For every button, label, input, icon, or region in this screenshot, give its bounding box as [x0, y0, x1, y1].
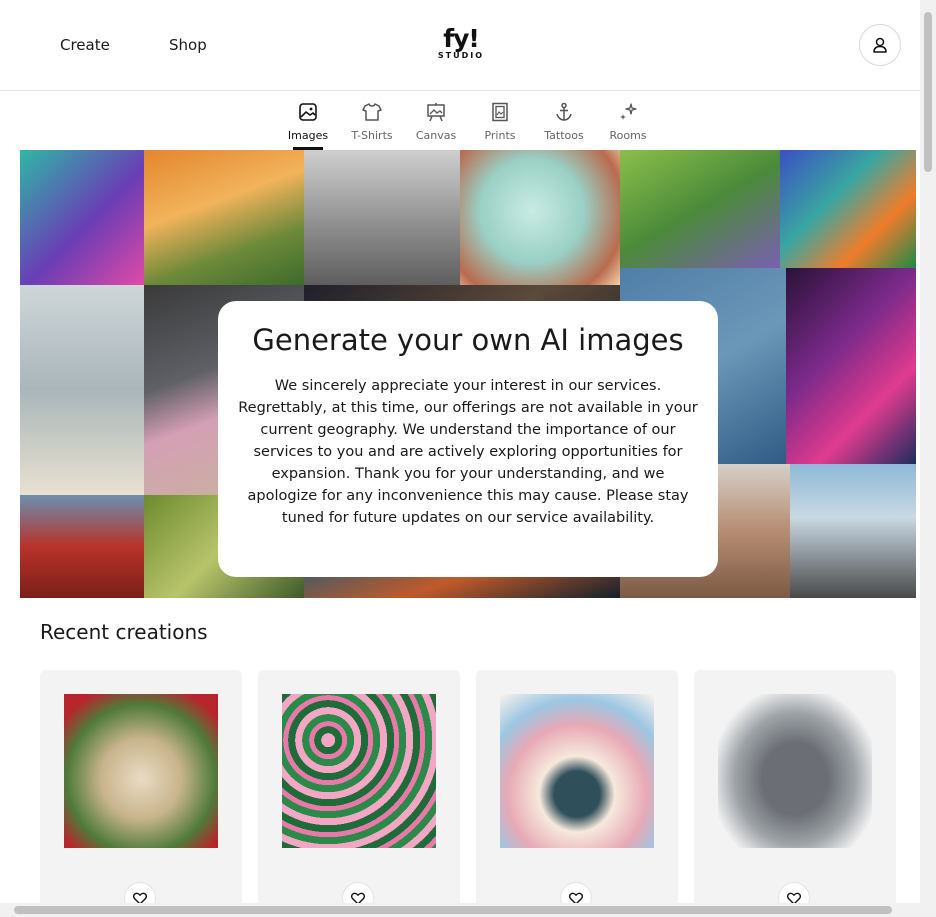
availability-notice-card: Generate your own AI images We sincerely… [218, 301, 718, 577]
account-button[interactable] [859, 24, 901, 66]
tab-canvas[interactable]: Canvas [404, 91, 468, 150]
collage-image [20, 495, 144, 598]
print-frame-icon [492, 102, 508, 122]
tab-prints-label: Prints [484, 129, 516, 142]
tab-tattoos-label: Tattoos [544, 129, 584, 142]
tab-tshirts-label: T-Shirts [351, 129, 393, 142]
logo-subtitle: STUDIO [437, 51, 485, 60]
creation-thumbnail[interactable] [718, 694, 872, 848]
tab-images[interactable]: Images [276, 91, 340, 150]
scrollbar-corner [920, 903, 936, 917]
collage-image [620, 150, 780, 268]
site-header: Create Shop fy! STUDIO [0, 0, 920, 91]
creation-thumbnail[interactable] [282, 694, 436, 848]
vertical-scroll-thumb[interactable] [924, 12, 932, 172]
collage-image [144, 150, 304, 285]
collage-image [304, 150, 460, 285]
tab-tshirts[interactable]: T-Shirts [340, 91, 404, 150]
creation-card[interactable] [476, 670, 678, 910]
anchor-icon [556, 102, 572, 121]
recent-creations-title: Recent creations [40, 620, 208, 644]
collage-image [20, 150, 144, 285]
canvas-easel-icon [427, 103, 445, 122]
tab-tattoos[interactable]: Tattoos [532, 91, 596, 150]
tab-images-label: Images [287, 129, 329, 142]
collage-image [786, 268, 916, 464]
tab-rooms[interactable]: Rooms [596, 91, 660, 150]
collage-image [460, 150, 620, 285]
creation-card[interactable] [40, 670, 242, 910]
logo-wordmark: fy! [443, 24, 480, 53]
horizontal-scrollbar[interactable] [0, 903, 920, 917]
horizontal-scroll-thumb[interactable] [14, 906, 892, 914]
availability-message: We sincerely appreciate your interest in… [238, 378, 698, 526]
vertical-scrollbar[interactable] [920, 0, 936, 903]
creation-card[interactable] [258, 670, 460, 910]
product-tabs: Images T-Shirts Canvas Prints Tattoos Ro… [0, 91, 920, 150]
shop-link[interactable]: Shop [169, 36, 207, 54]
image-icon [299, 103, 317, 121]
fy-studio-logo[interactable]: fy! STUDIO [436, 26, 486, 62]
creation-thumbnail[interactable] [500, 694, 654, 848]
collage-image [20, 285, 144, 495]
creation-thumbnail[interactable] [64, 694, 218, 848]
tab-prints[interactable]: Prints [468, 91, 532, 150]
sparkle-icon [620, 103, 637, 120]
user-icon [873, 37, 887, 53]
collage-image [780, 150, 916, 268]
creation-card[interactable] [694, 670, 896, 910]
collage-image [790, 464, 916, 598]
hero-title: Generate your own AI images [252, 323, 684, 357]
create-link[interactable]: Create [60, 36, 110, 54]
tab-canvas-label: Canvas [415, 129, 457, 142]
tab-rooms-label: Rooms [609, 129, 647, 142]
tshirt-icon [362, 103, 382, 121]
